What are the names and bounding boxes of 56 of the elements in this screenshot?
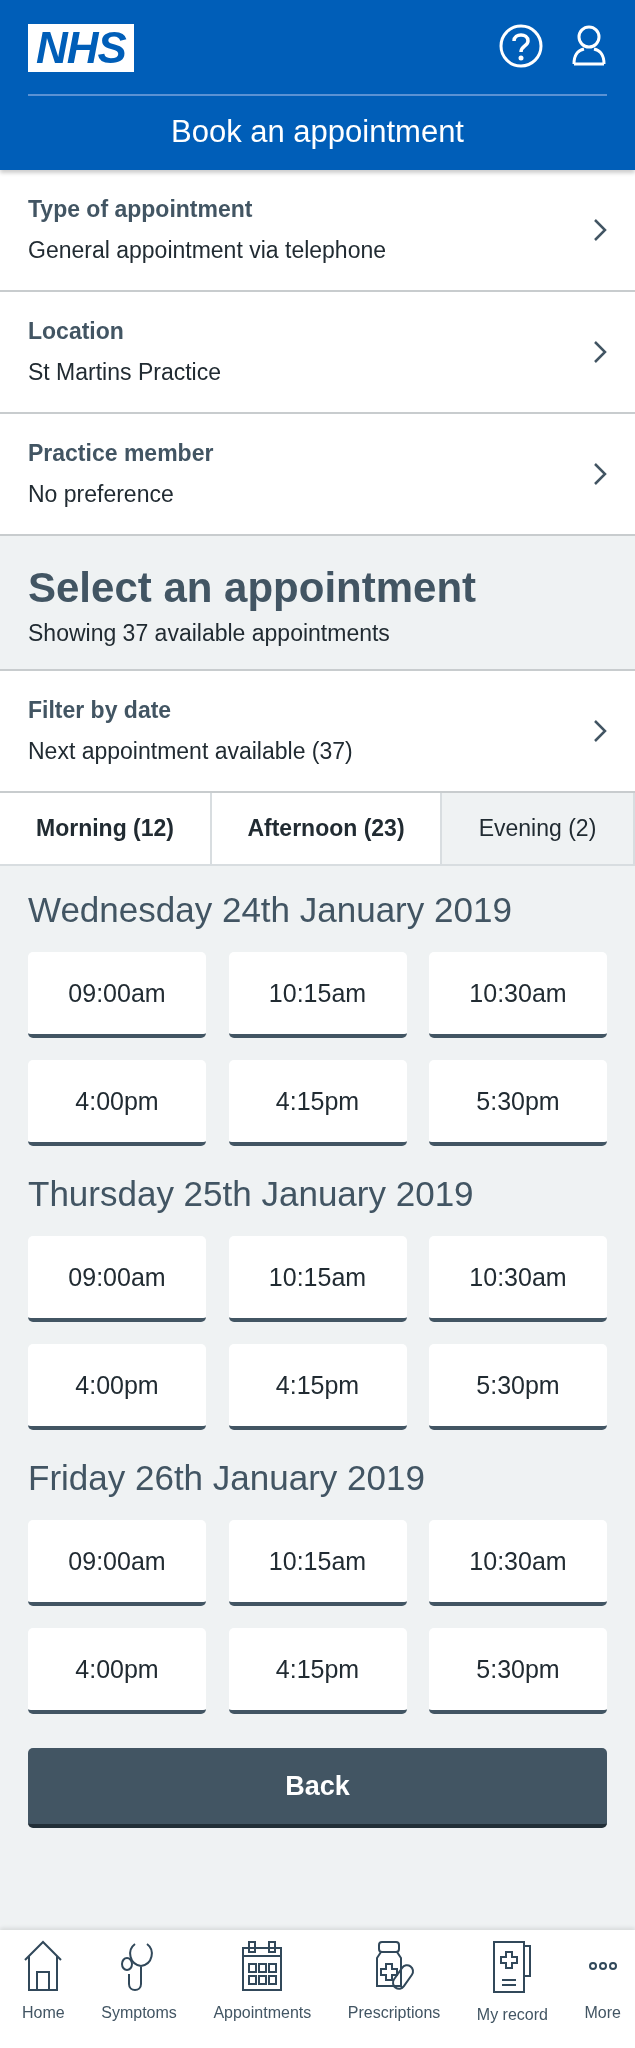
time-slot-button[interactable]: 4:00pm xyxy=(28,1344,206,1430)
time-slot-button[interactable]: 10:30am xyxy=(429,952,607,1038)
time-slot-button[interactable]: 5:30pm xyxy=(429,1628,607,1714)
time-slot-button[interactable]: 09:00am xyxy=(28,1520,206,1606)
filter-value: Next appointment available (37) xyxy=(28,738,353,765)
date-heading: Friday 26th January 2019 xyxy=(28,1458,426,1498)
time-slot-button[interactable]: 5:30pm xyxy=(429,1344,607,1430)
nav-item[interactable]: Symptoms xyxy=(101,1940,177,2048)
time-slot-button[interactable]: 10:30am xyxy=(429,1520,607,1606)
nhs-logo: NHS xyxy=(28,24,134,72)
time-tab[interactable]: Morning (12) xyxy=(0,793,212,864)
option-value: No preference xyxy=(28,481,175,508)
nav-item[interactable]: Prescriptions xyxy=(347,1940,441,2048)
time-slot-button[interactable]: 5:30pm xyxy=(429,1060,607,1146)
user-icon[interactable] xyxy=(571,24,607,68)
home-icon xyxy=(23,1940,64,1992)
option-value: General appointment via telephone xyxy=(28,237,387,264)
time-slot-button[interactable]: 10:15am xyxy=(228,1520,407,1606)
nav-item[interactable]: Home xyxy=(22,1940,65,2048)
time-slot-button[interactable]: 4:15pm xyxy=(228,1060,407,1146)
option-row[interactable]: Type of appointment General appointment via telephone xyxy=(0,170,635,292)
filter-label: Filter by date xyxy=(28,697,173,724)
option-label: Type of appointment xyxy=(28,196,254,223)
medical-record-icon xyxy=(492,1940,533,1994)
time-tab[interactable]: Afternoon (23) xyxy=(212,793,442,864)
time-slot-button[interactable]: 09:00am xyxy=(28,952,206,1038)
page-title: Book an appointment xyxy=(170,113,465,151)
more-icon xyxy=(587,1961,618,1971)
time-slot-button[interactable]: 4:00pm xyxy=(28,1060,206,1146)
time-slot-button[interactable]: 4:00pm xyxy=(28,1628,206,1714)
chevron-right-icon xyxy=(593,719,607,743)
time-slot-button[interactable]: 10:30am xyxy=(429,1236,607,1322)
time-slot-button[interactable]: 4:15pm xyxy=(228,1344,407,1430)
option-row[interactable]: Location St Martins Practice xyxy=(0,292,635,414)
help-icon[interactable] xyxy=(499,24,543,68)
nav-item[interactable]: More xyxy=(584,1940,621,2048)
chevron-right-icon xyxy=(593,462,607,486)
option-row[interactable]: Practice member No preference xyxy=(0,414,635,536)
time-slot-button[interactable]: 09:00am xyxy=(28,1236,206,1322)
time-slot-button[interactable]: 10:15am xyxy=(228,952,407,1038)
date-heading: Thursday 25th January 2019 xyxy=(28,1174,475,1214)
nav-item[interactable]: My record xyxy=(476,1940,548,2048)
option-label: Location xyxy=(28,318,125,345)
time-slot-button[interactable]: 4:15pm xyxy=(228,1628,407,1714)
filter-row[interactable]: Filter by date Next appointment available (37) xyxy=(0,671,635,793)
calendar-icon xyxy=(241,1940,284,1992)
option-label: Practice member xyxy=(28,440,214,467)
chevron-right-icon xyxy=(593,340,607,364)
back-button[interactable]: Back xyxy=(28,1748,607,1828)
date-heading: Wednesday 24th January 2019 xyxy=(28,890,513,930)
time-slot-button[interactable]: 10:15am xyxy=(228,1236,407,1322)
section-subheading: Showing 37 available appointments xyxy=(28,620,391,647)
option-value: St Martins Practice xyxy=(28,359,221,386)
chevron-right-icon xyxy=(593,218,607,242)
nav-item[interactable]: Appointments xyxy=(213,1940,312,2048)
section-heading: Select an appointment xyxy=(28,564,478,612)
